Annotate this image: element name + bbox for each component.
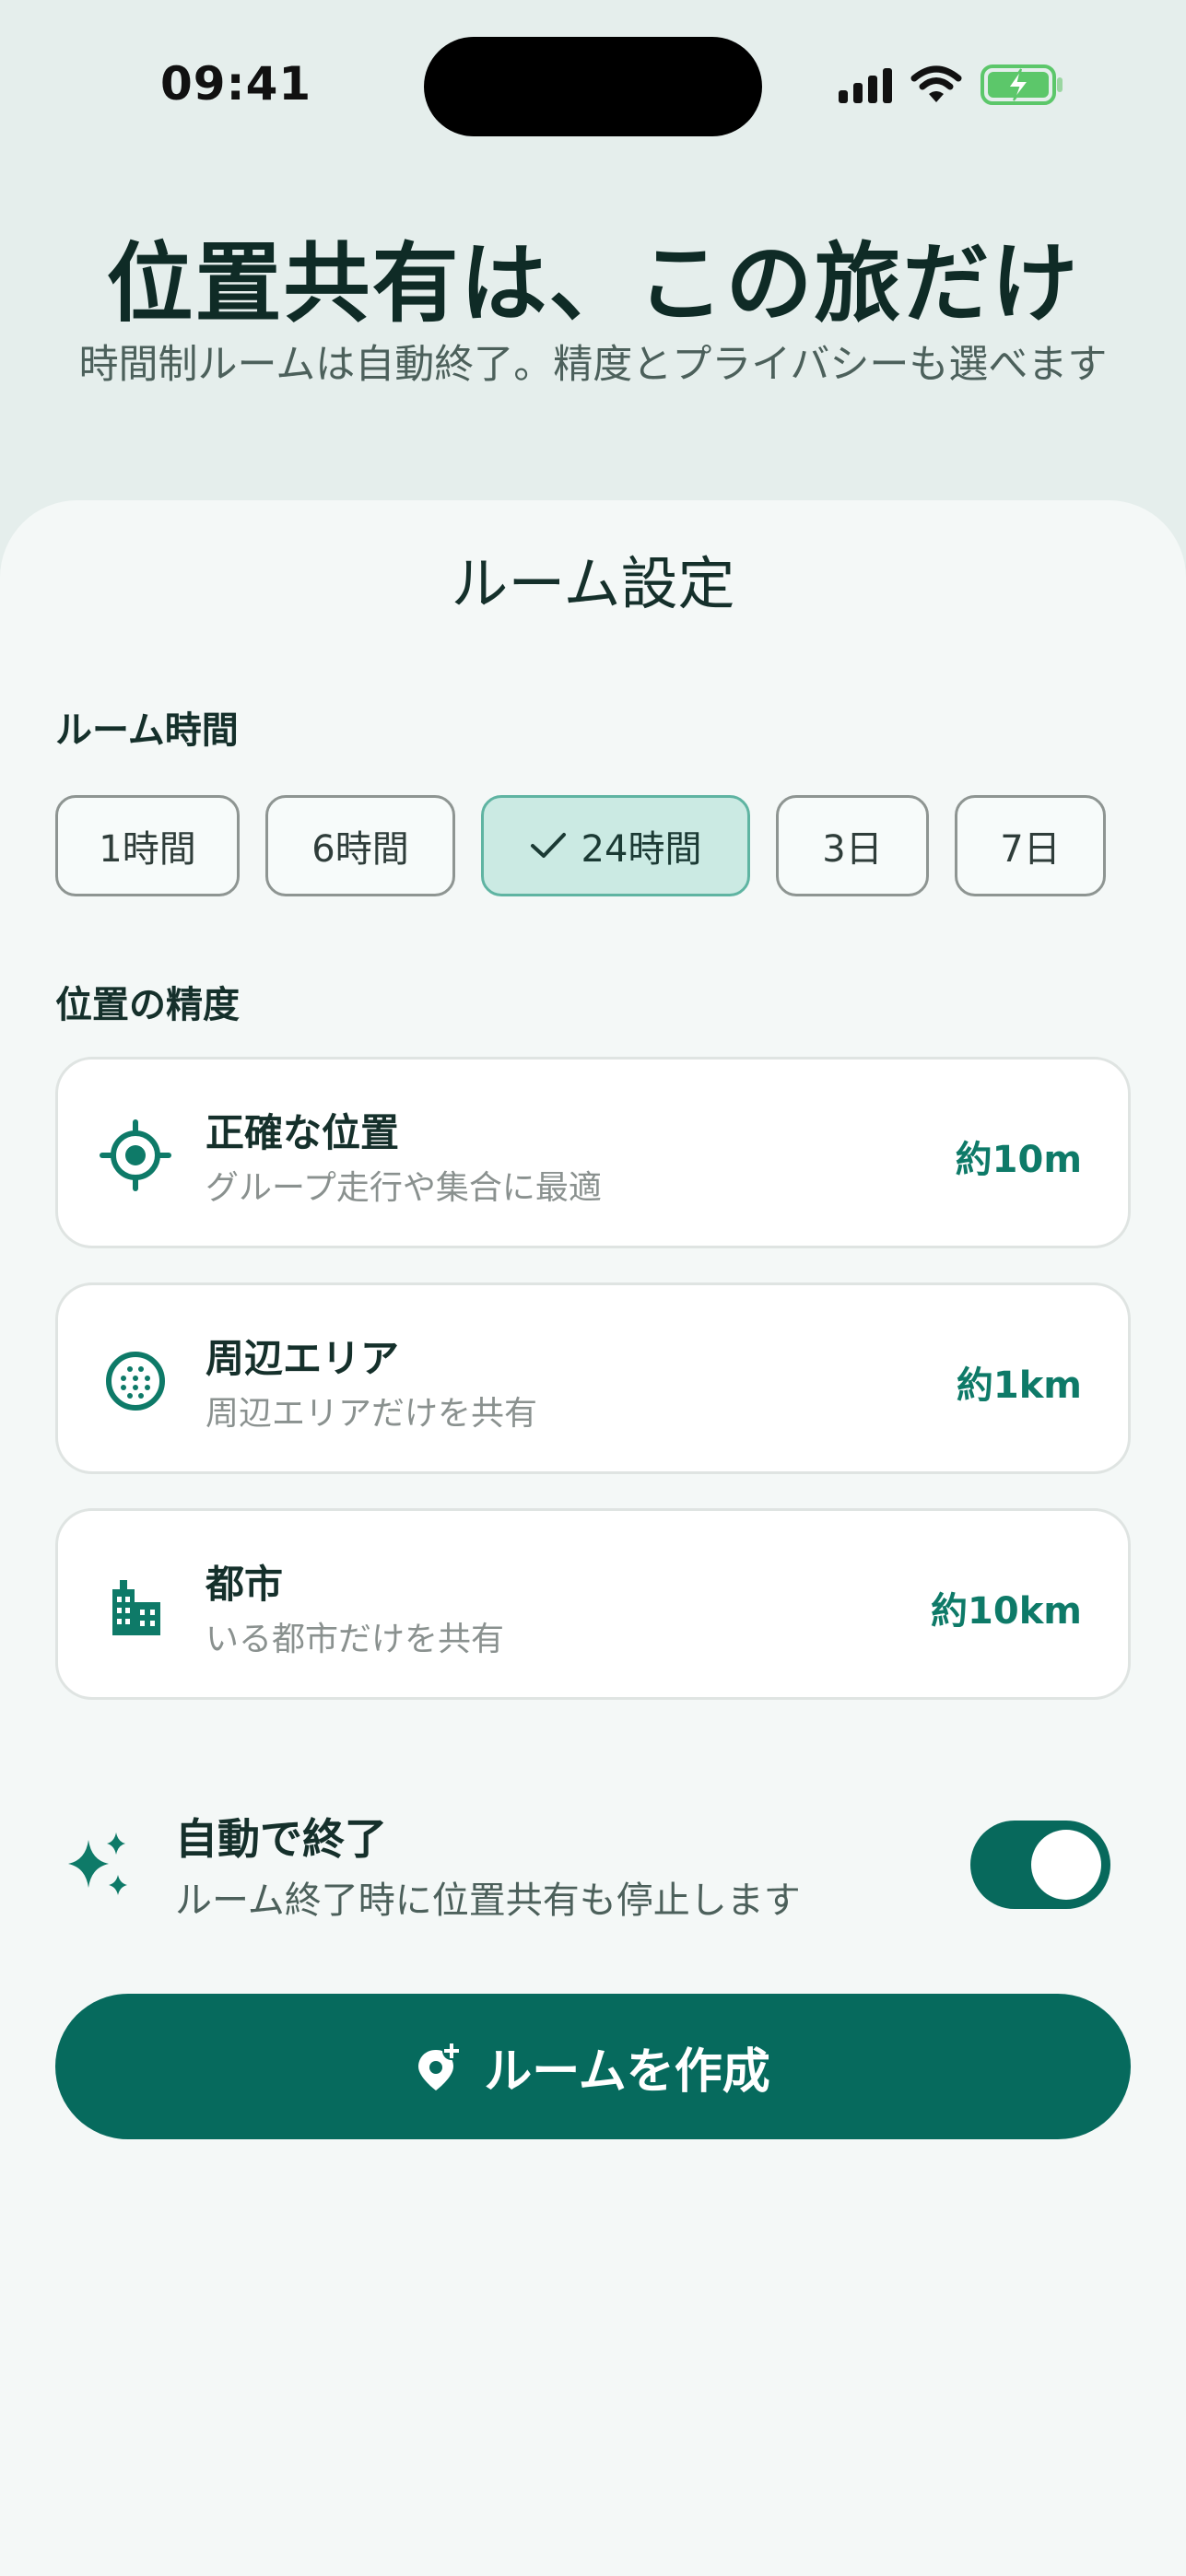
precision-option-subtitle: グループ走行や集合に最適 — [205, 1169, 602, 1207]
precision-option-title: 周辺エリア — [205, 1336, 400, 1381]
auto-end-subtitle: ルーム終了時に位置共有も停止します — [175, 1879, 801, 1922]
precision-option-exact[interactable]: 正確な位置 グループ走行や集合に最適 約10m — [55, 1057, 1131, 1248]
cellular-signal-icon — [839, 66, 892, 103]
status-icons — [839, 63, 1065, 107]
duration-chip-6h[interactable]: 6時間 — [265, 795, 455, 896]
precision-option-value: 約1km — [956, 1364, 1082, 1407]
sheet-title: ルーム設定 — [451, 550, 735, 617]
chip-label: 3日 — [822, 828, 883, 871]
dotted-area-icon — [106, 1352, 165, 1411]
auto-end-title: 自動で終了 — [175, 1814, 387, 1864]
page-headline: 位置共有は、この旅だけ — [106, 234, 1080, 334]
precision-option-city[interactable]: 都市 いる都市だけを共有 約10km — [55, 1508, 1131, 1700]
chip-label: 7日 — [1000, 828, 1061, 871]
precision-option-value: 約10m — [955, 1139, 1082, 1181]
auto-end-toggle[interactable] — [970, 1821, 1110, 1909]
status-time: 09:41 — [160, 57, 312, 111]
dynamic-island — [424, 37, 762, 136]
page-subtitle: 時間制ルームは自動終了。精度とプライバシーも選べます — [78, 342, 1108, 388]
chip-label: 24時間 — [581, 828, 702, 871]
wifi-icon — [910, 65, 962, 102]
checkmark-icon — [530, 833, 566, 858]
toggle-knob — [1031, 1830, 1101, 1900]
add-location-icon — [418, 2042, 462, 2090]
duration-chip-1h[interactable]: 1時間 — [55, 795, 240, 896]
duration-section-label: ルーム時間 — [55, 709, 239, 752]
chip-label: 1時間 — [99, 828, 196, 871]
precision-option-subtitle: いる都市だけを共有 — [205, 1621, 505, 1658]
precision-option-area[interactable]: 周辺エリア 周辺エリアだけを共有 約1km — [55, 1282, 1131, 1474]
precision-option-subtitle: 周辺エリアだけを共有 — [205, 1395, 538, 1433]
city-icon — [112, 1580, 160, 1635]
sparkle-icon — [68, 1832, 127, 1895]
battery-charging-icon — [981, 64, 1063, 105]
create-room-label: ルームを作成 — [484, 2043, 770, 2100]
precision-option-title: 正確な位置 — [205, 1110, 400, 1155]
precision-section-label: 位置の精度 — [55, 984, 240, 1026]
duration-chip-3d[interactable]: 3日 — [776, 795, 929, 896]
create-room-button[interactable]: ルームを作成 — [55, 1994, 1131, 2139]
precision-option-title: 都市 — [205, 1562, 284, 1607]
duration-chip-7d[interactable]: 7日 — [955, 795, 1106, 896]
precision-option-value: 約10km — [931, 1590, 1082, 1633]
chip-label: 6時間 — [311, 828, 409, 871]
target-icon — [100, 1119, 171, 1191]
duration-chip-24h[interactable]: 24時間 — [481, 795, 750, 896]
